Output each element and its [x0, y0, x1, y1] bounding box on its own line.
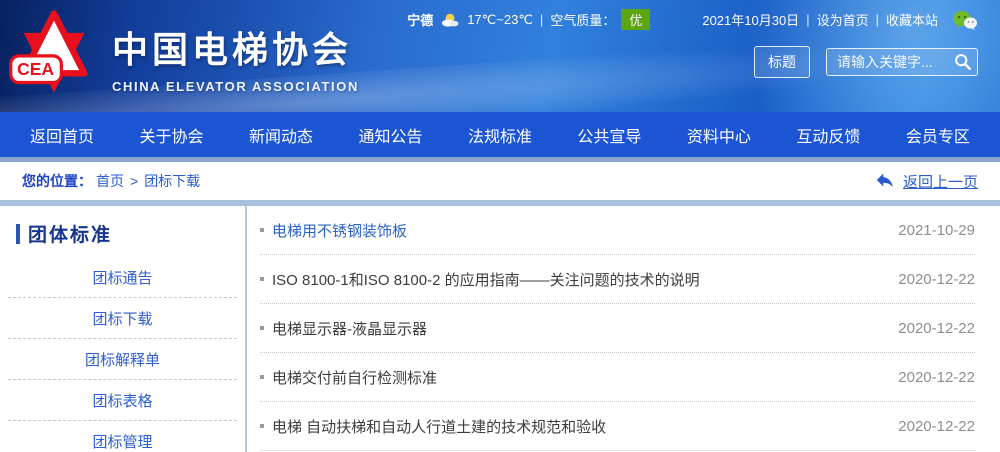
nav-item-resources[interactable]: 资料中心: [687, 123, 751, 147]
nav-item-advocacy[interactable]: 公共宣导: [577, 123, 641, 147]
sidebar-item-tuanbiao-biaoge[interactable]: 团标表格: [8, 380, 237, 421]
weather-sun-cloud-icon: [439, 12, 461, 28]
nav-item-notices[interactable]: 通知公告: [358, 123, 422, 147]
header-info-row: 宁德 17℃~23℃ | 空气质量： 优 2021年10月30日 | 设为首页 …: [407, 9, 978, 30]
back-link-label: 返回上一页: [903, 171, 978, 192]
document-list: 电梯用不锈钢装饰板 2021-10-29 ISO 8100-1和ISO 8100…: [260, 206, 975, 451]
sidebar-title-marker: [16, 224, 20, 244]
document-link[interactable]: 电梯用不锈钢装饰板: [260, 220, 407, 241]
sidebar-item-tuanbiao-guanli[interactable]: 团标管理: [8, 421, 237, 452]
document-link[interactable]: 电梯显示器-液晶显示器: [260, 318, 427, 339]
table-row: 电梯 自动扶梯和自动人行道土建的技术规范和验收 2020-12-22: [260, 402, 975, 451]
nav-item-about[interactable]: 关于协会: [139, 123, 203, 147]
document-date: 2020-12-22: [898, 320, 975, 337]
bullet-icon: [260, 228, 264, 232]
search-icon[interactable]: [954, 53, 971, 70]
sidebar-item-label[interactable]: 团标下载: [92, 311, 152, 328]
sidebar-item-label[interactable]: 团标通告: [92, 270, 152, 287]
header-right: 宁德 17℃~23℃ | 空气质量： 优 2021年10月30日 | 设为首页 …: [407, 0, 1000, 112]
document-list-panel: 电梯用不锈钢装饰板 2021-10-29 ISO 8100-1和ISO 8100…: [247, 206, 1000, 452]
site-title: 中国电梯协会: [112, 21, 359, 73]
breadcrumb-current: 团标下载: [144, 171, 200, 191]
back-arrow-icon: [875, 171, 895, 191]
document-title: 电梯用不锈钢装饰板: [272, 220, 407, 241]
bullet-icon: [260, 326, 264, 330]
separator: |: [540, 12, 543, 27]
wechat-icon[interactable]: [952, 10, 978, 30]
breadcrumb: 您的位置： 首页 > 团标下载 返回上一页: [0, 162, 1000, 200]
nav-item-news[interactable]: 新闻动态: [249, 123, 313, 147]
document-title: 电梯显示器-液晶显示器: [272, 318, 427, 339]
document-link[interactable]: 电梯 自动扶梯和自动人行道土建的技术规范和验收: [260, 416, 606, 437]
document-date: 2021-10-29: [898, 222, 975, 239]
search-row: 标题: [754, 46, 978, 78]
sidebar-item-tuanbiao-tonggao[interactable]: 团标通告: [8, 257, 237, 298]
sidebar-menu: 团标通告 团标下载 团标解释单 团标表格 团标管理: [0, 257, 245, 452]
current-date: 2021年10月30日: [702, 10, 799, 29]
table-row: 电梯显示器-液晶显示器 2020-12-22: [260, 304, 975, 353]
separator: |: [876, 12, 879, 27]
search-category-button[interactable]: 标题: [754, 46, 810, 78]
content-area: 团体标准 团标通告 团标下载 团标解释单 团标表格 团标管理 电梯用不锈钢装饰板…: [0, 206, 1000, 452]
document-link[interactable]: 电梯交付前自行检测标准: [260, 367, 437, 388]
sidebar-item-tuanbiao-jieshidan[interactable]: 团标解释单: [8, 339, 237, 380]
page: CEA 中国电梯协会 CHINA ELEVATOR ASSOCIATION 宁德…: [0, 0, 1000, 452]
logo-text: CEA: [17, 59, 54, 79]
table-row: ISO 8100-1和ISO 8100-2 的应用指南——关注问题的技术的说明 …: [260, 255, 975, 304]
sidebar-item-label[interactable]: 团标解释单: [85, 352, 160, 369]
document-link[interactable]: ISO 8100-1和ISO 8100-2 的应用指南——关注问题的技术的说明: [260, 269, 700, 290]
sidebar-header: 团体标准: [0, 220, 245, 247]
bullet-icon: [260, 375, 264, 379]
breadcrumb-label: 您的位置：: [22, 171, 92, 191]
table-row: 电梯交付前自行检测标准 2020-12-22: [260, 353, 975, 402]
site-logo[interactable]: CEA 中国电梯协会 CHINA ELEVATOR ASSOCIATION: [0, 0, 359, 112]
site-subtitle: CHINA ELEVATOR ASSOCIATION: [112, 79, 359, 94]
search-box: [826, 48, 978, 76]
bullet-icon: [260, 424, 264, 428]
document-title: ISO 8100-1和ISO 8100-2 的应用指南——关注问题的技术的说明: [272, 269, 700, 290]
breadcrumb-home-link[interactable]: 首页: [96, 171, 124, 191]
weather-temperature: 17℃~23℃: [467, 12, 533, 28]
document-date: 2020-12-22: [898, 369, 975, 386]
sidebar-item-tuanbiao-xiazai[interactable]: 团标下载: [8, 298, 237, 339]
back-to-previous-link[interactable]: 返回上一页: [875, 171, 978, 192]
set-home-link[interactable]: 设为首页: [817, 10, 869, 29]
document-title: 电梯交付前自行检测标准: [272, 367, 437, 388]
sidebar-item-label[interactable]: 团标表格: [92, 393, 152, 410]
sidebar-item-label[interactable]: 团标管理: [92, 434, 152, 451]
document-title: 电梯 自动扶梯和自动人行道土建的技术规范和验收: [272, 416, 606, 437]
nav-item-feedback[interactable]: 互动反馈: [796, 123, 860, 147]
cea-star-logo-icon: CEA: [8, 8, 100, 100]
site-header: CEA 中国电梯协会 CHINA ELEVATOR ASSOCIATION 宁德…: [0, 0, 1000, 112]
document-date: 2020-12-22: [898, 418, 975, 435]
nav-item-regulations[interactable]: 法规标准: [468, 123, 532, 147]
nav-item-members[interactable]: 会员专区: [906, 123, 970, 147]
separator: |: [806, 12, 809, 27]
favorite-link[interactable]: 收藏本站: [886, 10, 938, 29]
sidebar-title: 团体标准: [28, 220, 112, 247]
main-nav: 返回首页 关于协会 新闻动态 通知公告 法规标准 公共宣导 资料中心 互动反馈 …: [0, 112, 1000, 157]
sidebar: 团体标准 团标通告 团标下载 团标解释单 团标表格 团标管理: [0, 206, 245, 452]
air-quality-badge: 优: [621, 9, 650, 30]
date-links-group: 2021年10月30日 | 设为首页 | 收藏本站: [702, 10, 978, 30]
brand-titles: 中国电梯协会 CHINA ELEVATOR ASSOCIATION: [112, 15, 359, 94]
nav-item-home[interactable]: 返回首页: [30, 123, 94, 147]
air-quality-label: 空气质量：: [550, 10, 615, 29]
document-date: 2020-12-22: [898, 271, 975, 288]
weather-city: 宁德: [407, 10, 433, 29]
table-row: 电梯用不锈钢装饰板 2021-10-29: [260, 206, 975, 255]
bullet-icon: [260, 277, 264, 281]
breadcrumb-separator: >: [130, 173, 138, 189]
